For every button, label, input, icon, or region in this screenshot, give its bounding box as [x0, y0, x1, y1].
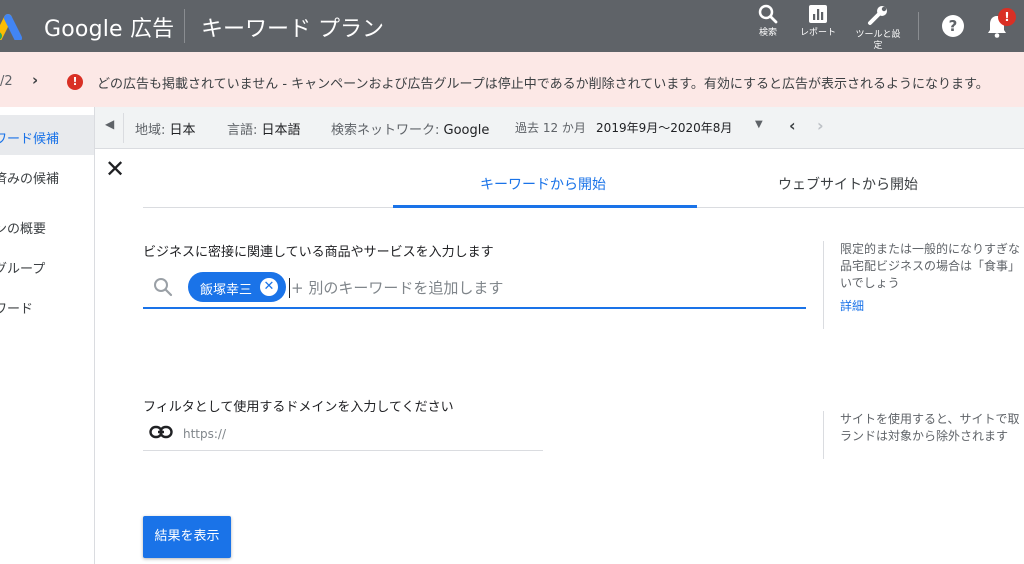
learn-more-link[interactable]: 詳細 — [840, 298, 1024, 315]
keyword-input[interactable] — [291, 273, 791, 303]
report-icon — [809, 5, 827, 23]
remove-keyword-icon[interactable]: ✕ — [260, 278, 278, 296]
network-filter[interactable]: 検索ネットワーク: Google — [331, 119, 489, 138]
language-filter[interactable]: 言語: 日本語 — [227, 119, 301, 138]
top-app-bar: Google 広告 キーワード プラン 検索 レポート ツールと設 定 ? ! — [0, 0, 1024, 52]
next-period-icon[interactable]: › — [817, 116, 824, 135]
domain-input[interactable] — [183, 423, 533, 445]
sidebar-item-keyword-ideas[interactable]: ワード候補 — [0, 115, 94, 155]
sidebar-item-label: ワード — [0, 302, 34, 317]
domain-prompt-label: フィルタとして使用するドメインを入力してください — [143, 400, 454, 415]
wrench-icon — [868, 6, 887, 25]
language-filter-value: 日本語 — [261, 123, 301, 138]
sidebar-item-label: 済みの候補 — [0, 172, 60, 187]
brand-name[interactable]: Google 広告 — [44, 11, 174, 43]
keyword-hint: 限定的または一般的になりすぎな 品宅配ビジネスの場合は「食事」 いでしょう 詳細 — [823, 241, 1024, 329]
keyword-chip-label: 飯塚幸三 — [200, 283, 253, 298]
reports-tool-label: レポート — [799, 28, 836, 38]
alert-pager: /2 — [0, 74, 13, 89]
language-filter-label: 言語: — [227, 123, 258, 138]
close-icon[interactable]: ✕ — [105, 157, 125, 181]
link-icon — [149, 425, 173, 439]
location-filter-label: 地域: — [135, 123, 166, 138]
help-icon[interactable]: ? — [942, 15, 964, 37]
tab-start-with-website[interactable]: ウェブサイトから開始 — [778, 174, 918, 194]
location-filter[interactable]: 地域: 日本 — [135, 119, 196, 138]
filter-bar: ◀ 地域: 日本 言語: 日本語 検索ネットワーク: Google 過去 12 … — [95, 107, 1024, 149]
keyword-chip: 飯塚幸三 ✕ — [188, 272, 286, 302]
alert-message: どの広告も掲載されていません - キャンペーンおよび広告グループは停止中であるか… — [97, 77, 989, 92]
get-results-button[interactable]: 結果を表示 — [143, 516, 231, 558]
keyword-hint-line: 品宅配ビジネスの場合は「食事」 — [840, 259, 1021, 273]
google-ads-logo-icon — [0, 14, 22, 40]
keyword-ideas-panel: ✕ キーワードから開始 ウェブサイトから開始 ビジネスに密接に関連している商品や… — [95, 149, 1024, 564]
reports-tool-button[interactable]: レポート — [798, 4, 838, 39]
tab-start-with-keywords[interactable]: キーワードから開始 — [480, 174, 606, 194]
active-tab-indicator — [393, 205, 697, 208]
sidebar-item-saved-ideas[interactable]: 済みの候補 — [0, 155, 94, 195]
sidebar-item-ad-groups[interactable]: グループ — [0, 245, 94, 285]
date-range-dropdown-icon[interactable]: ▼ — [755, 119, 763, 130]
keyword-hint-line: 限定的または一般的になりすぎな — [840, 242, 1021, 256]
text-caret — [289, 278, 290, 298]
collapse-sidebar-icon[interactable]: ◀ — [105, 117, 114, 131]
page-title: キーワード プラン — [201, 17, 384, 42]
alert-banner: /2 › ! どの広告も掲載されていません - キャンペーンおよび広告グループは… — [0, 52, 1024, 107]
domain-input-field[interactable] — [143, 419, 543, 451]
date-range-value: 2019年9月～2020年8月 — [596, 121, 733, 135]
network-filter-label: 検索ネットワーク: — [331, 123, 440, 138]
header-divider — [184, 9, 185, 43]
sidebar-item-label: ンの概要 — [0, 222, 47, 237]
sidebar-nav: ワード候補 済みの候補 ンの概要 グループ ワード — [0, 107, 95, 564]
search-icon — [758, 4, 778, 24]
keyword-prompt-label: ビジネスに密接に関連している商品やサービスを入力します — [143, 245, 494, 260]
domain-hint: サイトを使用すると、サイトで取 ランドは対象から除外されます — [823, 411, 1024, 459]
domain-hint-line: ランドは対象から除外されます — [840, 429, 1009, 443]
date-range-label: 過去 12 か月 — [515, 121, 586, 135]
tools-settings-button[interactable]: ツールと設 定 — [852, 4, 904, 52]
notification-badge: ! — [998, 8, 1016, 26]
header-divider-right — [918, 12, 919, 40]
tools-settings-label: ツールと設 定 — [855, 30, 901, 51]
domain-hint-line: サイトを使用すると、サイトで取 — [840, 412, 1020, 426]
filter-divider — [123, 113, 124, 143]
keyword-hint-line: いでしょう — [840, 276, 900, 290]
date-range-filter[interactable]: 過去 12 か月 2019年9月～2020年8月 — [515, 119, 732, 136]
search-tool-button[interactable]: 検索 — [752, 4, 784, 39]
network-filter-value: Google — [443, 123, 490, 138]
previous-period-icon[interactable]: ‹ — [789, 116, 796, 135]
location-filter-value: 日本 — [169, 123, 196, 138]
sidebar-item-keywords[interactable]: ワード — [0, 285, 94, 325]
sidebar-item-label: ワード候補 — [0, 132, 60, 147]
keyword-input-field[interactable]: 飯塚幸三 ✕ — [143, 267, 806, 309]
error-icon: ! — [67, 74, 83, 90]
search-icon — [154, 278, 173, 297]
search-tool-label: 検索 — [758, 28, 777, 38]
alert-next-button[interactable]: › — [32, 71, 38, 89]
sidebar-item-label: グループ — [0, 262, 46, 277]
sidebar-item-plan-overview[interactable]: ンの概要 — [0, 205, 94, 245]
